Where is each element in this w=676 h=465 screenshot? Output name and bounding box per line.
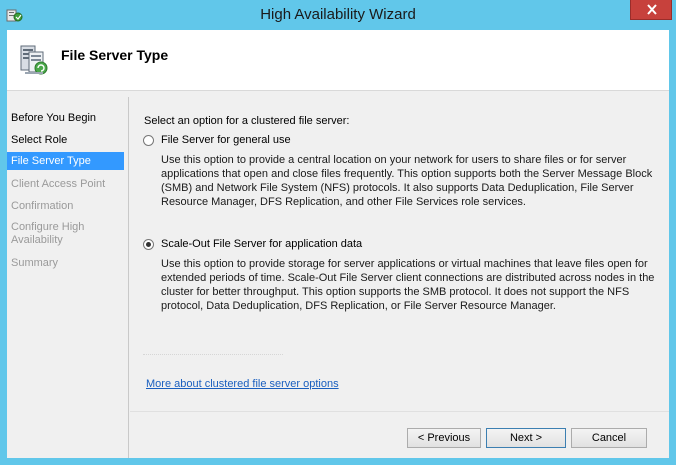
nav-step-before-you-begin[interactable]: Before You Begin — [7, 112, 124, 125]
wizard-content: Select an option for a clustered file se… — [128, 97, 669, 458]
general-use-radio[interactable] — [143, 135, 154, 146]
close-button[interactable] — [630, 0, 672, 20]
nav-step-client-access-point: Client Access Point — [11, 178, 106, 190]
wizard-window: High Availability Wizard File Server Typ… — [0, 0, 676, 465]
cancel-button[interactable]: Cancel — [571, 428, 647, 448]
nav-step-configure-high-availability: Configure High Availability — [11, 221, 85, 246]
scale-out-description: Use this option to provide storage for s… — [161, 258, 655, 312]
general-use-description: Use this option to provide a central loc… — [161, 154, 653, 208]
dotted-divider — [143, 354, 283, 356]
close-icon — [647, 4, 657, 15]
file-server-cluster-icon — [17, 43, 51, 77]
scale-out-option-label[interactable]: Scale-Out File Server for application da… — [161, 238, 362, 250]
next-button[interactable]: Next > — [486, 428, 566, 448]
button-separator — [130, 411, 669, 412]
general-use-option-label[interactable]: File Server for general use — [161, 134, 291, 146]
nav-step-select-role[interactable]: Select Role — [7, 134, 124, 147]
page-title: File Server Type — [61, 47, 169, 63]
wizard-client-area: File Server Type Before You Begin Select… — [7, 30, 669, 458]
nav-step-summary: Summary — [11, 257, 59, 269]
radio-selected-dot — [146, 242, 151, 247]
more-info-link[interactable]: More about clustered file server options — [146, 378, 339, 390]
wizard-steps-nav: Before You Begin Select Role File Server… — [7, 97, 125, 458]
option-prompt: Select an option for a clustered file se… — [144, 115, 350, 127]
scale-out-radio[interactable] — [143, 239, 154, 250]
previous-button[interactable]: < Previous — [407, 428, 481, 448]
window-title: High Availability Wizard — [260, 6, 416, 23]
wizard-header: File Server Type — [7, 30, 669, 91]
nav-step-confirmation: Confirmation — [11, 200, 74, 212]
nav-step-file-server-type[interactable]: File Server Type — [7, 152, 124, 170]
title-bar[interactable]: High Availability Wizard — [0, 0, 676, 30]
